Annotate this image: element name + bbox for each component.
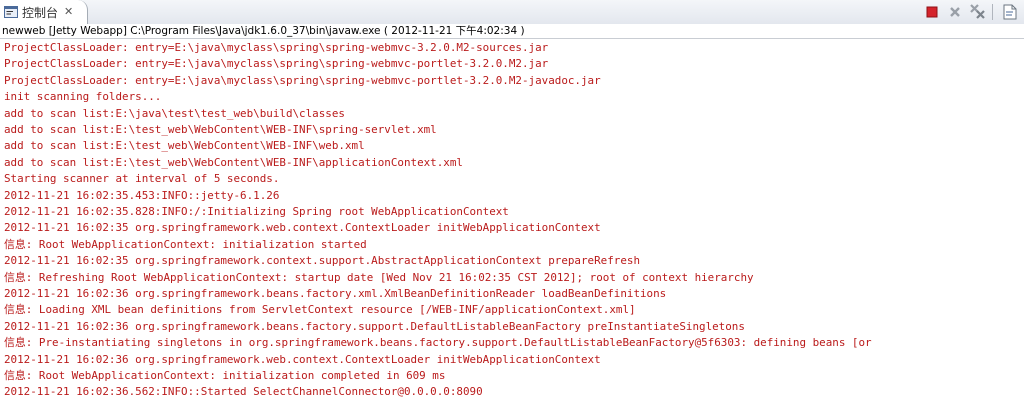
console-line: 2012-11-21 16:02:36 org.springframework.… (4, 352, 601, 366)
tab-console-label: 控制台 (22, 5, 59, 20)
console-line: Starting scanner at interval of 5 second… (4, 172, 280, 186)
console-line: 2012-11-21 16:02:35.828:INFO:/:Initializ… (4, 205, 509, 218)
console-toolbar (919, 2, 1020, 22)
console-line: 信息: Root WebApplicationContext: initiali… (4, 237, 367, 251)
console-line: add to scan list:E:\test_web\WebContent\… (4, 139, 365, 153)
process-description: newweb [Jetty Webapp] C:\Program Files\J… (0, 24, 1024, 39)
remove-launch-icon (950, 7, 960, 17)
console-line: 2012-11-21 16:02:35.453:INFO::jetty-6.1.… (4, 188, 280, 202)
new-console-icon (1003, 4, 1017, 20)
terminate-button[interactable] (922, 2, 942, 22)
close-icon[interactable]: ✕ (64, 6, 73, 18)
console-line: 信息: Root WebApplicationContext: initiali… (4, 369, 446, 382)
tab-console[interactable]: 控制台 ✕ (0, 0, 88, 24)
remove-all-terminated-icon (970, 4, 985, 19)
remove-all-terminated-button[interactable] (968, 2, 988, 22)
console-line: 2012-11-21 16:02:36 org.springframework.… (4, 287, 667, 300)
console-icon (4, 6, 18, 18)
console-line: 信息: Refreshing Root WebApplicationContex… (4, 270, 754, 284)
console-line: init scanning folders... (4, 90, 162, 104)
console-line: 2012-11-21 16:02:36 org.springframework.… (4, 319, 745, 333)
console-line: ProjectClassLoader: entry=E:\java\myclas… (4, 41, 549, 54)
new-console-button[interactable] (1000, 2, 1020, 22)
console-line: add to scan list:E:\java\test\test_web\b… (4, 106, 345, 120)
console-line: 2012-11-21 16:02:35 org.springframework.… (4, 254, 641, 268)
console-line: 2012-11-21 16:02:36.562:INFO::Started Se… (4, 385, 483, 399)
terminate-icon (926, 6, 938, 18)
console-line: add to scan list:E:\test_web\WebContent\… (4, 155, 463, 169)
console-line: add to scan list:E:\test_web\WebContent\… (4, 123, 437, 136)
view-tab-bar: 控制台 ✕ (0, 0, 1024, 25)
console-line: ProjectClassLoader: entry=E:\java\myclas… (4, 57, 549, 71)
console-line: 信息: Loading XML bean definitions from Se… (4, 303, 636, 317)
remove-launch-button[interactable] (945, 2, 965, 22)
console-line: 2012-11-21 16:02:35 org.springframework.… (4, 221, 601, 235)
console-line: ProjectClassLoader: entry=E:\java\myclas… (4, 73, 601, 87)
toolbar-separator (992, 4, 993, 20)
console-output[interactable]: ProjectClassLoader: entry=E:\java\myclas… (0, 40, 1024, 417)
console-line: 信息: Pre-instantiating singletons in org.… (4, 336, 872, 350)
console-view: 控制台 ✕ newweb [Jetty Webapp] C:\Program F… (0, 0, 1024, 417)
